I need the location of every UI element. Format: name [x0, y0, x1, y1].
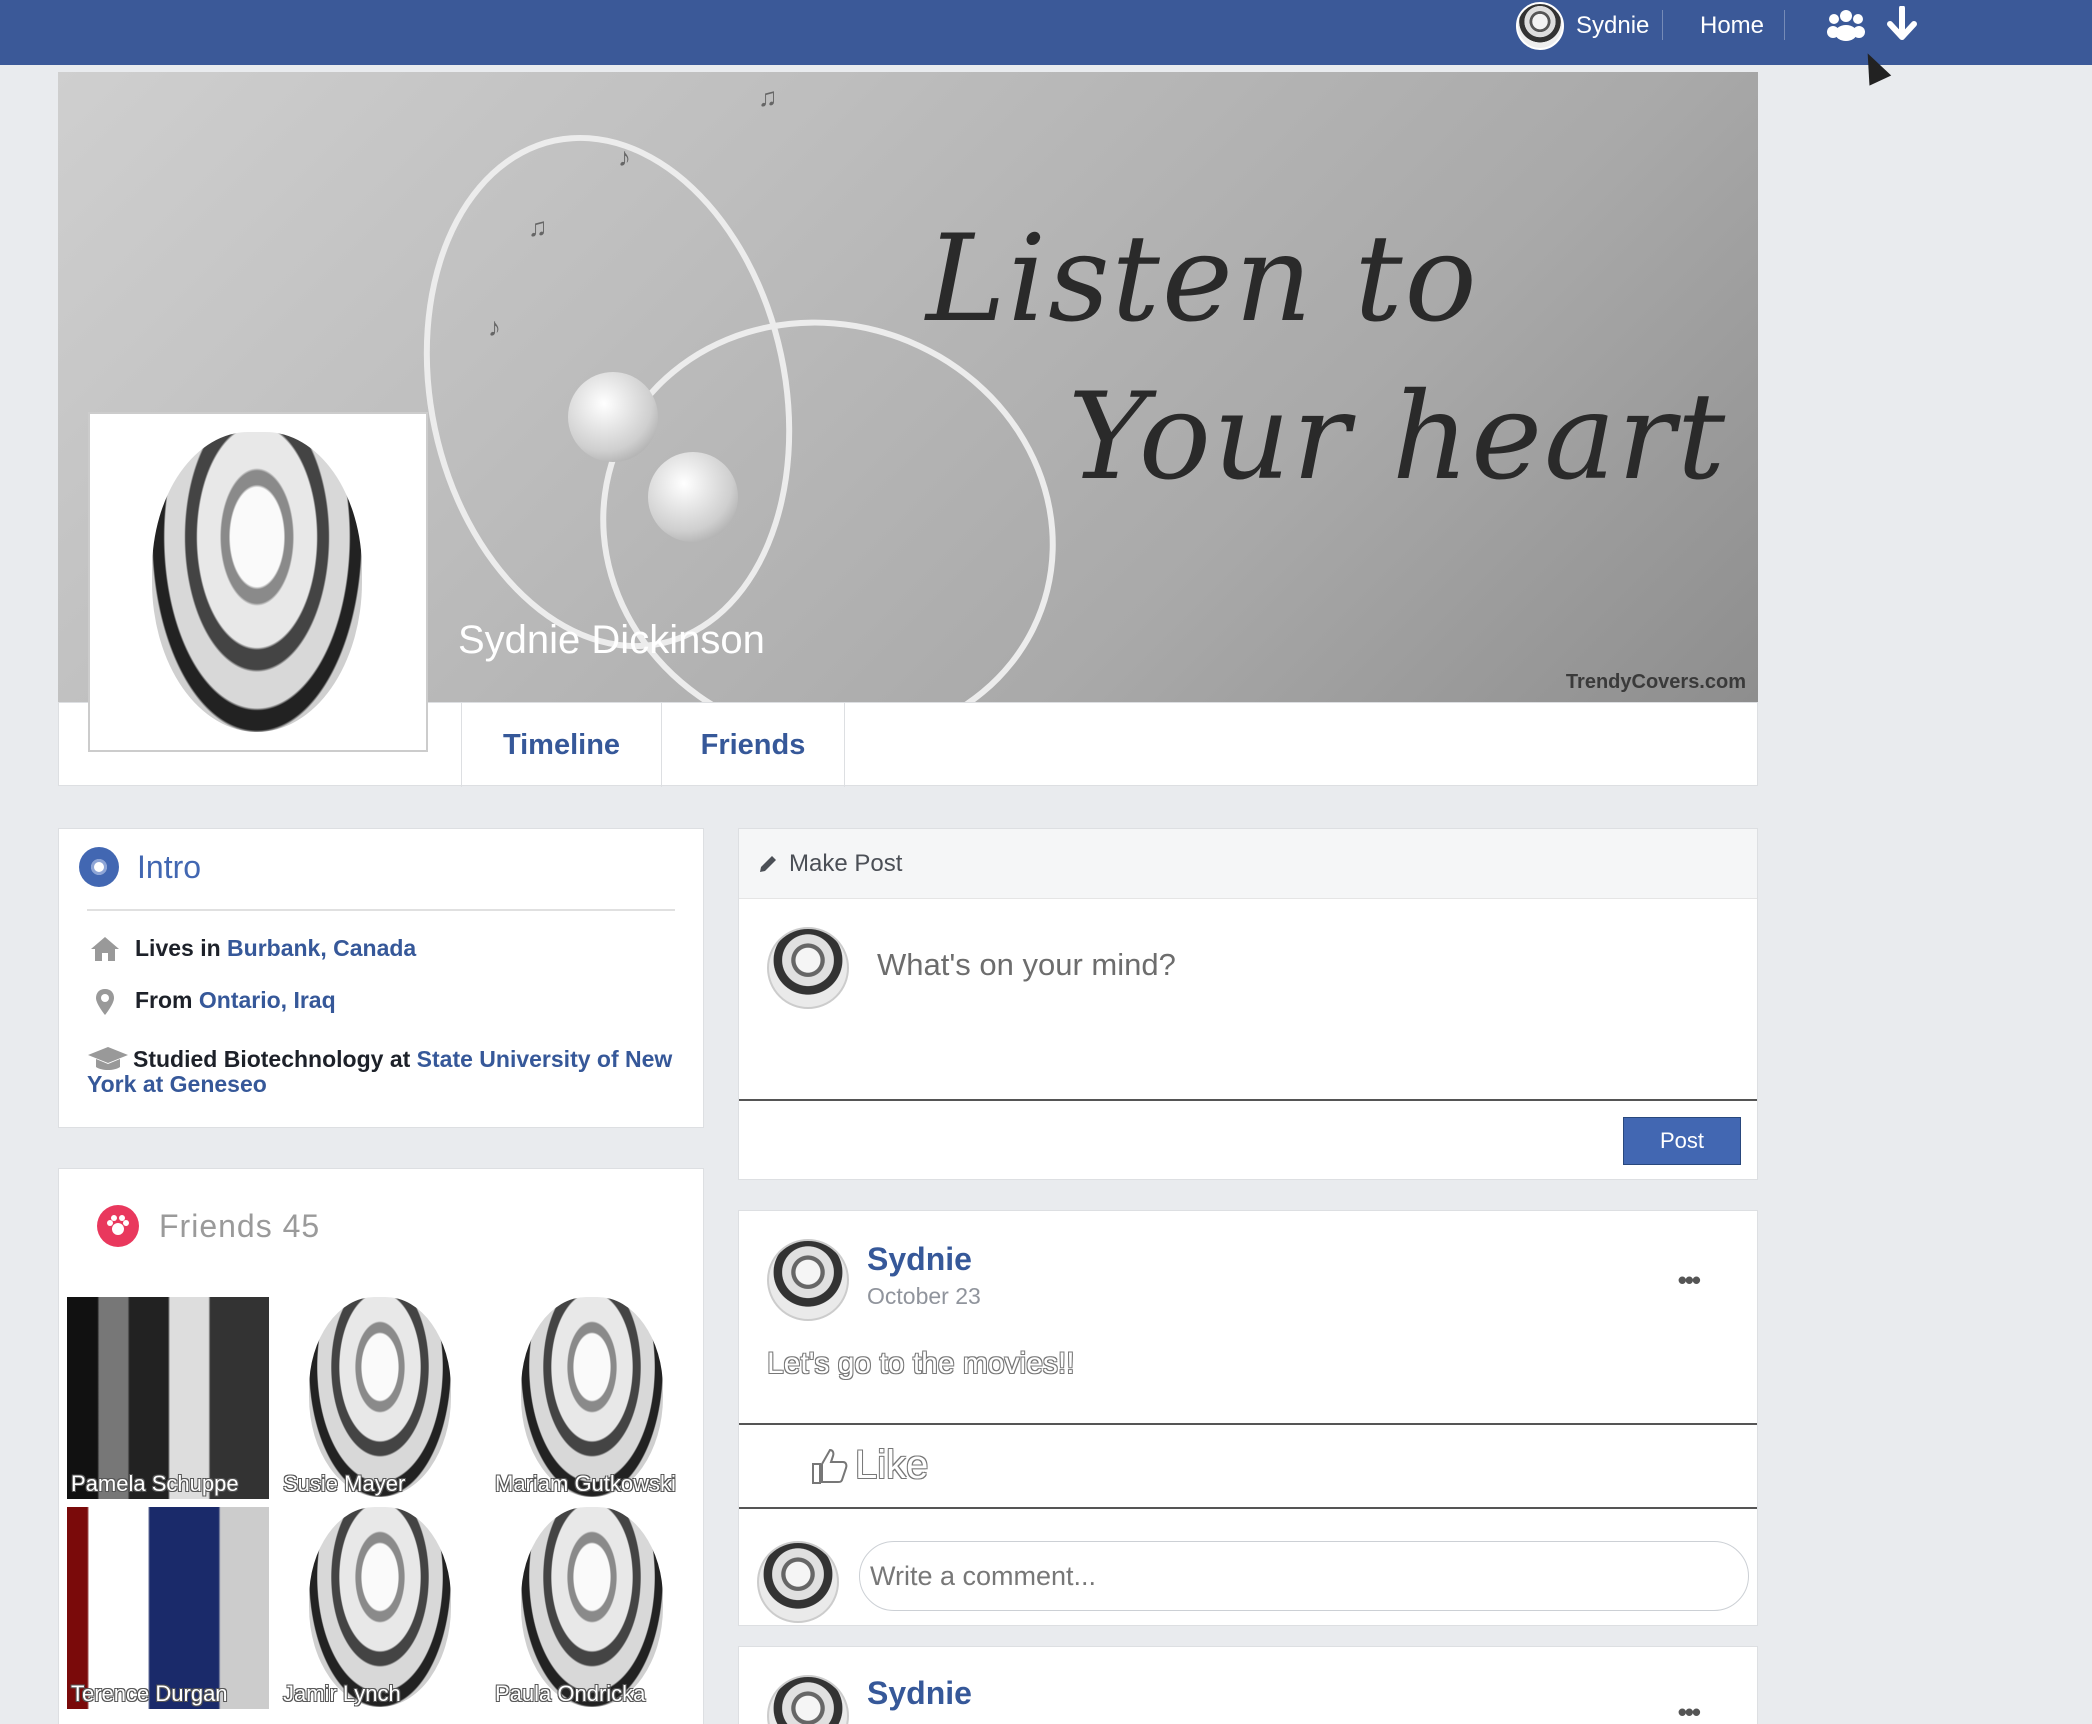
tab-timeline[interactable]: Timeline: [461, 703, 661, 787]
friend-requests-button[interactable]: [1824, 4, 1868, 44]
post-button[interactable]: Post: [1623, 1117, 1741, 1165]
top-nav-bar: Sydnie Home: [0, 0, 2092, 65]
friend-tile[interactable]: Pamela Schuppe: [67, 1297, 269, 1499]
friend-tile[interactable]: Terence Durgan: [67, 1507, 269, 1709]
nav-divider: [1662, 10, 1663, 40]
post-composer-input[interactable]: What's on your mind?: [877, 947, 1176, 983]
nav-user-avatar: [1516, 2, 1564, 50]
paw-icon: [97, 1205, 139, 1247]
more-options-icon[interactable]: •••: [1678, 1697, 1701, 1724]
graduation-cap-icon: [88, 1047, 128, 1070]
nav-home-link[interactable]: Home: [1700, 12, 1764, 40]
post-card: Sydnie •••: [738, 1646, 1758, 1724]
home-icon: [91, 937, 119, 961]
friend-name: Susie Mayer: [283, 1471, 406, 1496]
friend-tile[interactable]: Mariam Gutkowski: [491, 1297, 693, 1499]
post-divider: [739, 1423, 1757, 1425]
post-text: Let's go to the movies!!: [767, 1347, 1075, 1380]
nav-user-name: Sydnie: [1576, 12, 1650, 39]
make-post-title: Make Post: [789, 849, 903, 877]
intro-from-link[interactable]: Ontario, Iraq: [199, 987, 336, 1013]
composer-divider: [739, 1099, 1757, 1101]
like-label: Like: [855, 1443, 929, 1487]
like-button[interactable]: Like: [809, 1443, 928, 1488]
friend-photo: [521, 1297, 663, 1497]
intro-studied-prefix: Studied Biotechnology at: [133, 1046, 411, 1072]
comment-avatar: [757, 1541, 839, 1623]
friend-photo: [309, 1297, 451, 1497]
intro-from-prefix: From: [135, 987, 193, 1013]
intro-from-row: From Ontario, Iraq: [89, 987, 336, 1017]
make-post-card: Make Post What's on your mind? Post: [738, 828, 1758, 1180]
composer-avatar: [767, 927, 849, 1009]
friend-name: Pamela Schuppe: [71, 1471, 239, 1496]
intro-lives-link[interactable]: Burbank, Canada: [227, 935, 416, 961]
more-options-icon[interactable]: •••: [1678, 1265, 1701, 1296]
arrow-down-icon: [1887, 6, 1917, 40]
friend-tile[interactable]: Susie Mayer: [279, 1297, 481, 1499]
intro-lives-row: Lives in Burbank, Canada: [89, 935, 416, 963]
post-date[interactable]: October 23: [867, 1283, 981, 1310]
comment-input[interactable]: Write a comment...: [859, 1541, 1749, 1611]
pencil-icon: [760, 855, 776, 872]
music-note-icon: ♫: [528, 212, 548, 242]
cover-earbud: [568, 372, 658, 462]
post-author-avatar[interactable]: [767, 1675, 849, 1724]
intro-education-row: Studied Biotechnology at State Universit…: [87, 1045, 687, 1097]
post-author-name[interactable]: Sydnie: [867, 1675, 972, 1712]
friend-photo: [309, 1507, 451, 1707]
post-author-name[interactable]: Sydnie: [867, 1241, 972, 1278]
cover-script-line1: Listen to: [926, 210, 1479, 349]
tab-friends[interactable]: Friends: [661, 703, 845, 787]
friend-tile[interactable]: Jamir Lynch: [279, 1507, 481, 1709]
music-note-icon: ♪: [618, 142, 631, 172]
friends-title[interactable]: Friends 45: [159, 1208, 320, 1245]
post-author-avatar[interactable]: [767, 1239, 849, 1321]
globe-icon: [79, 847, 119, 887]
friend-name: Terence Durgan: [71, 1681, 228, 1706]
profile-name: Sydnie Dickinson: [458, 618, 765, 662]
cover-script-line2: Your heart: [1068, 368, 1728, 507]
music-note-icon: ♫: [758, 82, 778, 112]
music-note-icon: ♪: [488, 312, 501, 342]
nav-user-link[interactable]: Sydnie: [1516, 0, 1649, 52]
friend-name: Paula Ondricka: [495, 1681, 646, 1706]
location-pin-icon: [96, 989, 114, 1015]
profile-picture-face: [152, 432, 362, 732]
nav-divider: [1784, 10, 1785, 40]
intro-lives-prefix: Lives in: [135, 935, 221, 961]
post-card: Sydnie October 23 ••• Let's go to the mo…: [738, 1210, 1758, 1626]
make-post-header: Make Post: [739, 829, 1757, 899]
friend-name: Jamir Lynch: [283, 1681, 401, 1706]
profile-picture[interactable]: [88, 412, 428, 752]
thumbs-up-icon: [812, 1448, 848, 1484]
friend-name: Mariam Gutkowski: [495, 1471, 676, 1496]
cover-earbud: [648, 452, 738, 542]
intro-divider: [87, 909, 675, 911]
account-menu-button[interactable]: [1880, 4, 1924, 44]
friend-tile[interactable]: Paula Ondricka: [491, 1507, 693, 1709]
cover-watermark: TrendyCovers.com: [1565, 671, 1746, 693]
intro-title: Intro: [137, 848, 202, 885]
friends-header: Friends 45: [97, 1205, 320, 1247]
intro-card: Intro Lives in Burbank, Canada From Onta…: [58, 828, 704, 1128]
friends-card: Friends 45 Pamela Schuppe Susie Mayer Ma…: [58, 1168, 704, 1724]
people-icon: [1827, 10, 1865, 41]
intro-header: Intro: [79, 847, 201, 887]
post-divider: [739, 1507, 1757, 1509]
friend-photo: [521, 1507, 663, 1707]
